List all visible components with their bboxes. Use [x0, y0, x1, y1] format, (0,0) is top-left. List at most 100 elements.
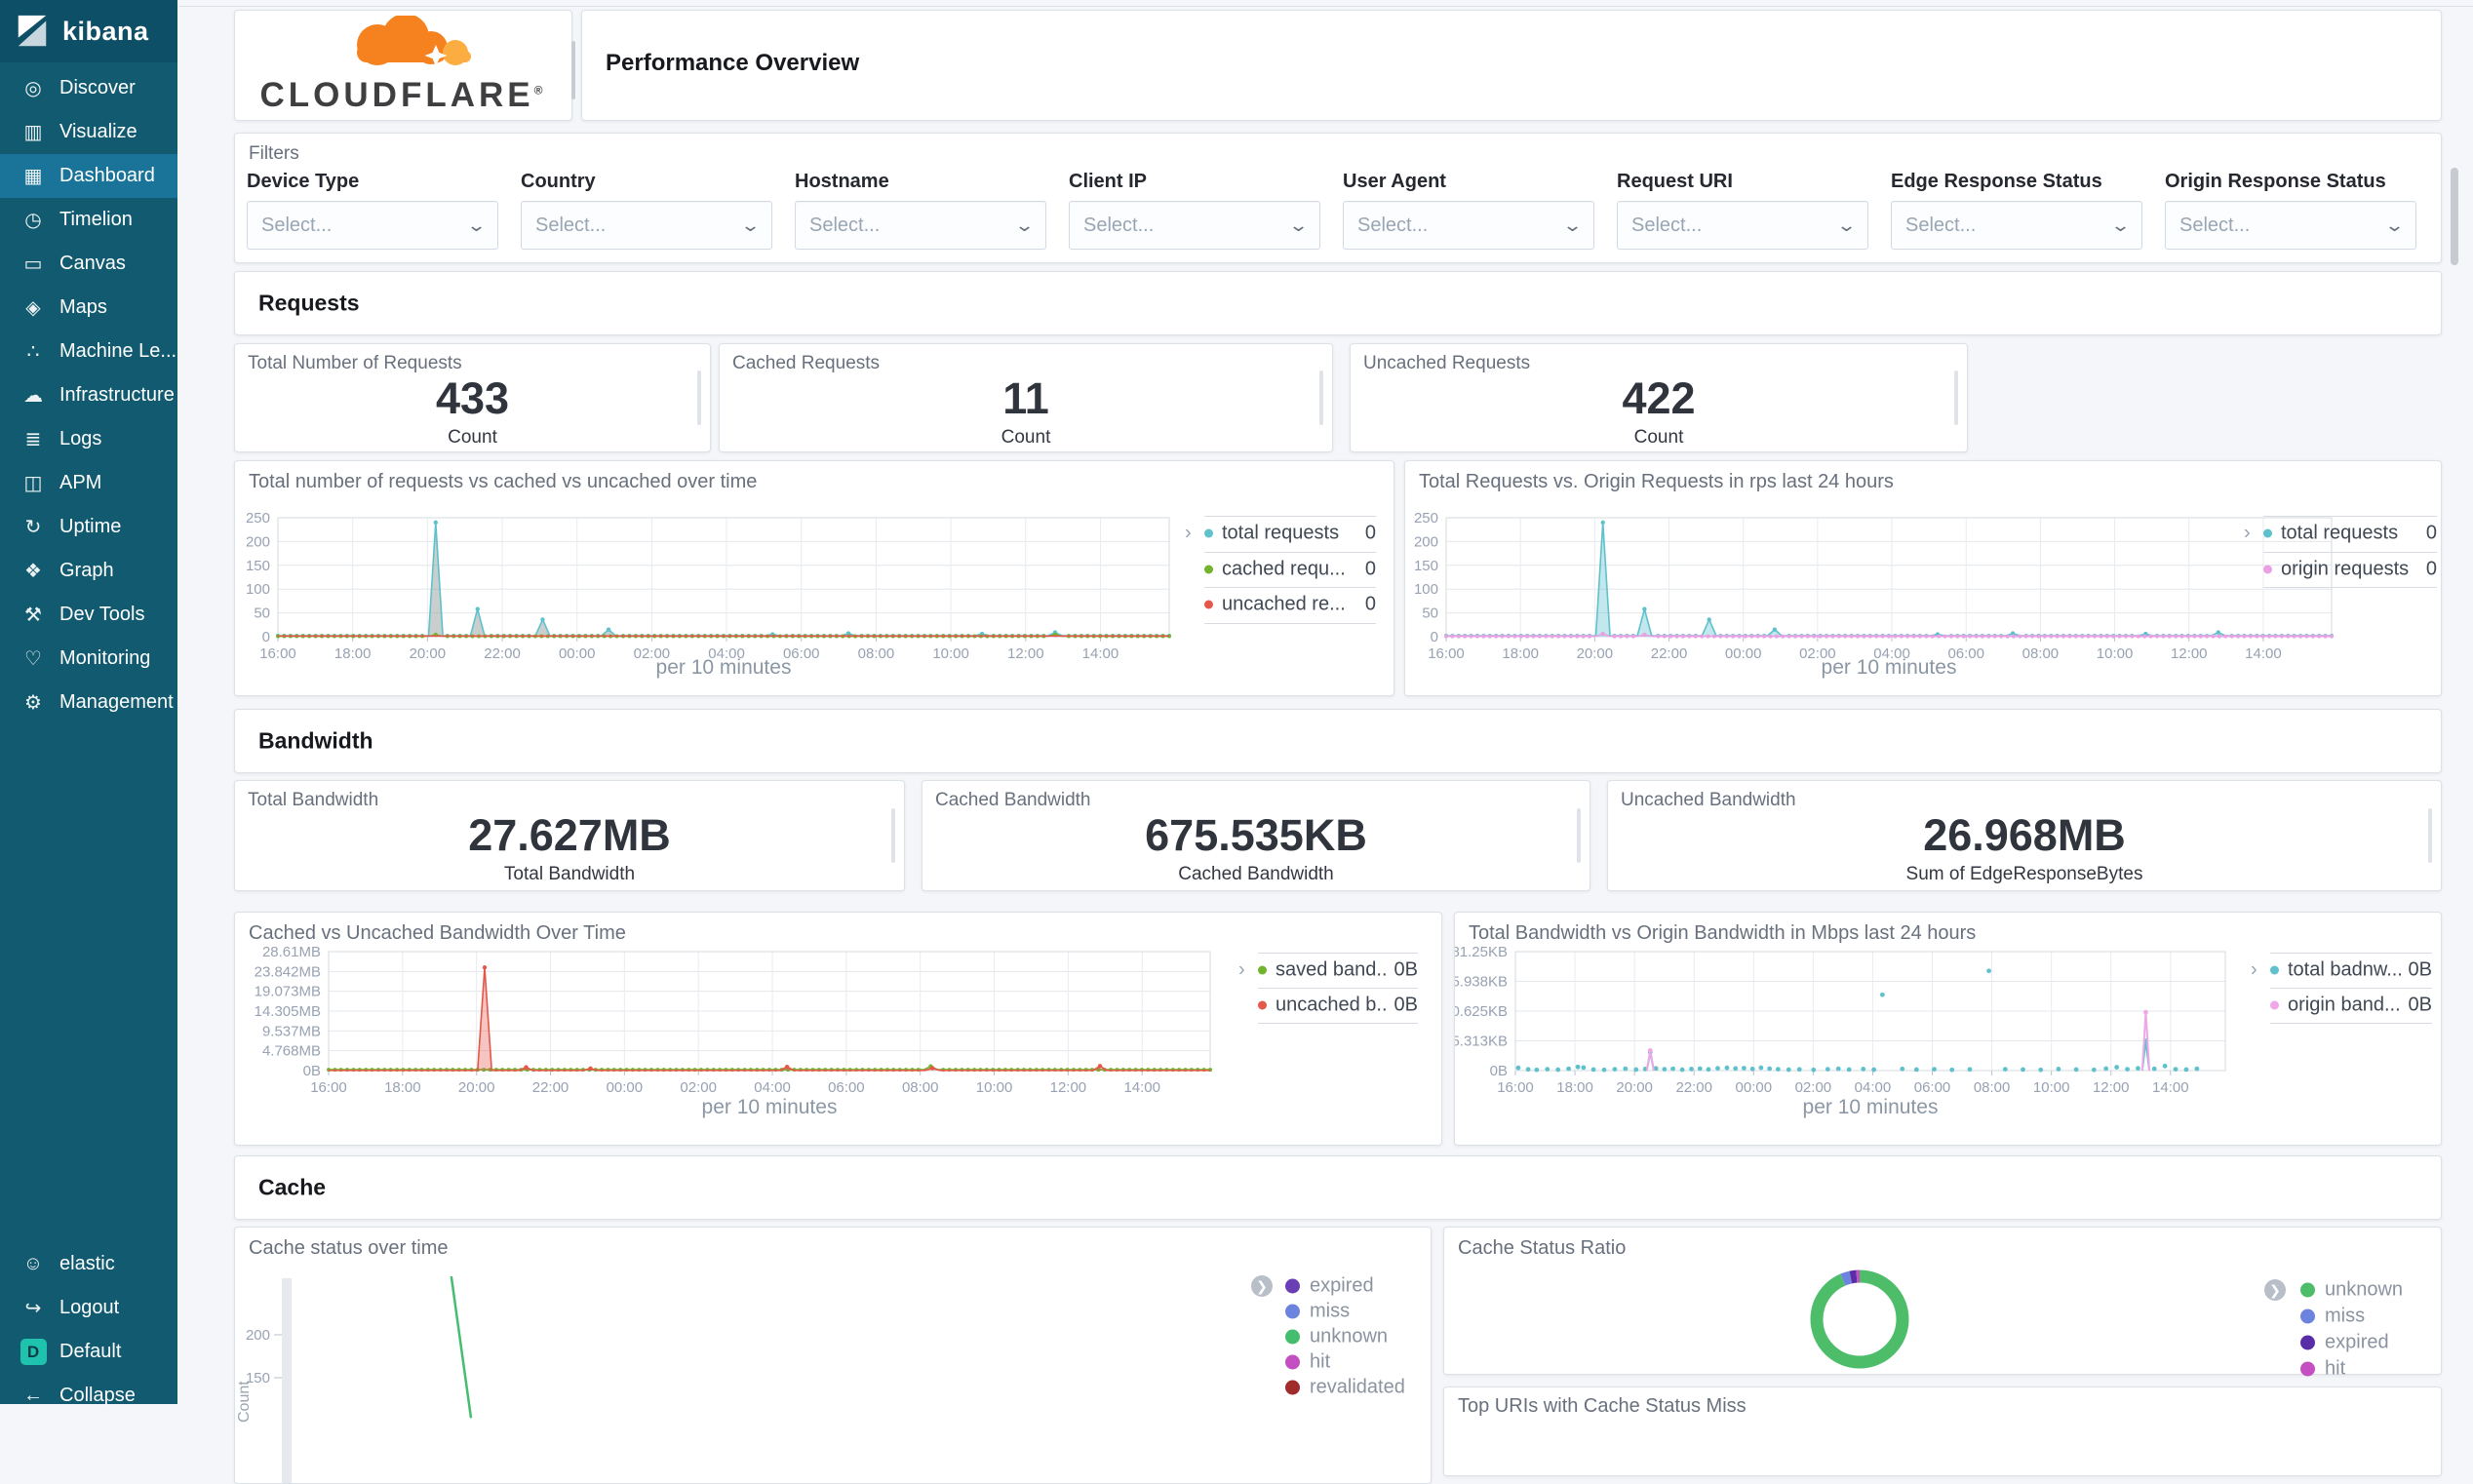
legend-collapse-icon[interactable]: › — [1238, 959, 1245, 982]
legend-dot-icon — [2300, 1361, 2315, 1377]
legend-item-unknown[interactable]: unknown — [1285, 1326, 1388, 1348]
cache-status-over-time-plot[interactable]: Count 200 150 — [235, 1228, 1431, 1483]
legend-label: total requests — [2281, 522, 2399, 544]
panel-resize-handle[interactable] — [1577, 808, 1581, 863]
legend-item-miss[interactable]: miss — [2300, 1306, 2365, 1328]
legend-collapse-icon[interactable]: › — [2251, 959, 2257, 982]
sidebar-item-maps[interactable]: ◈ Maps — [0, 286, 177, 330]
cache-status-ratio-plot[interactable] — [1444, 1228, 2441, 1374]
legend-dot-icon — [2300, 1335, 2315, 1350]
bandwidth-section-header: Bandwidth — [234, 709, 2442, 773]
vertical-scrollbar[interactable] — [2451, 168, 2458, 265]
svg-text:16:00: 16:00 — [1497, 1079, 1534, 1096]
kibana-logo[interactable]: kibana — [0, 0, 177, 62]
filter-select-edge-response-status[interactable]: Select... ⌄ — [1891, 201, 2142, 250]
sidebar-item-infrastructure[interactable]: ☁ Infrastructure — [0, 373, 177, 417]
select-placeholder: Select... — [809, 214, 881, 236]
panel-resize-handle[interactable] — [2428, 808, 2432, 863]
panel-resize-handle[interactable] — [1954, 371, 1958, 425]
machine-learning-icon: ∴ — [26, 341, 40, 363]
svg-text:10:00: 10:00 — [932, 645, 969, 662]
legend-separator — [2263, 551, 2437, 553]
sidebar-item-uptime[interactable]: ↻ Uptime — [0, 505, 177, 549]
legend-collapse-icon[interactable]: ❯ — [2264, 1279, 2286, 1301]
sidebar-item-dashboard[interactable]: ▦ Dashboard — [0, 154, 177, 198]
sidebar-item-default[interactable]: D Default — [0, 1330, 177, 1374]
svg-text:08:00: 08:00 — [902, 1079, 939, 1096]
sidebar-item-elastic[interactable]: ☺ elastic — [0, 1242, 177, 1286]
svg-text:04:00: 04:00 — [1855, 1079, 1892, 1096]
sidebar-item-management[interactable]: ⚙ Management — [0, 681, 177, 724]
select-placeholder: Select... — [535, 214, 607, 236]
sidebar-item-label: Monitoring — [59, 647, 151, 669]
svg-text:150: 150 — [246, 558, 270, 574]
legend-item-origin-band[interactable]: origin band... 0B — [2270, 995, 2432, 1017]
cache-section-header: Cache — [234, 1155, 2442, 1220]
sidebar-item-label: Infrastructure — [59, 384, 175, 406]
sidebar-item-label: Management — [59, 691, 174, 713]
chart-cache-status-ratio: Cache Status Ratio ❯ unknown miss expire… — [1443, 1227, 2442, 1380]
legend-item-origin-requests[interactable]: origin requests 0 — [2263, 558, 2437, 580]
svg-text:12:00: 12:00 — [2171, 645, 2208, 662]
sidebar-item-machine-le[interactable]: ∴ Machine Le... — [0, 330, 177, 373]
wrench-icon: ⚒ — [24, 605, 42, 626]
legend-item-revalidated[interactable]: revalidated — [1285, 1377, 1405, 1399]
filter-select-request-uri[interactable]: Select... ⌄ — [1617, 201, 1868, 250]
filter-select-user-agent[interactable]: Select... ⌄ — [1343, 201, 1594, 250]
filter-label: Edge Response Status — [1891, 171, 2102, 192]
sidebar-item-discover[interactable]: ◎ Discover — [0, 66, 177, 110]
svg-text:02:00: 02:00 — [1795, 1079, 1832, 1096]
legend-label: origin requests — [2281, 558, 2410, 580]
filter-label: Country — [521, 171, 596, 192]
filter-group-client-ip: Client IP Select... ⌄ — [1069, 171, 1320, 250]
filter-select-country[interactable]: Select... ⌄ — [521, 201, 772, 250]
svg-text:Count: Count — [236, 1381, 253, 1423]
svg-text:18:00: 18:00 — [384, 1079, 421, 1096]
sidebar-item-timelion[interactable]: ◷ Timelion — [0, 198, 177, 242]
legend-collapse-icon[interactable]: ❯ — [1251, 1275, 1273, 1297]
sidebar-item-visualize[interactable]: ▥ Visualize — [0, 110, 177, 154]
filter-select-hostname[interactable]: Select... ⌄ — [795, 201, 1046, 250]
panel-resize-handle[interactable] — [1319, 371, 1323, 425]
legend-collapse-icon[interactable]: › — [1185, 523, 1192, 545]
legend-item-miss[interactable]: miss — [1285, 1301, 1350, 1323]
filter-select-client-ip[interactable]: Select... ⌄ — [1069, 201, 1320, 250]
sidebar-item-logout[interactable]: ↪ Logout — [0, 1286, 177, 1330]
metric-sublabel: Sum of EdgeResponseBytes — [1905, 864, 2143, 884]
legend-item-hit[interactable]: hit — [1285, 1351, 1330, 1374]
legend-collapse-icon[interactable]: › — [2244, 523, 2251, 545]
legend-dot-icon — [1204, 600, 1213, 609]
sidebar-item-canvas[interactable]: ▭ Canvas — [0, 242, 177, 286]
legend-item-saved-band[interactable]: saved band... 0B — [1258, 959, 1418, 982]
legend-item-expired[interactable]: expired — [1285, 1275, 1374, 1298]
legend-item-uncached-re[interactable]: uncached re... 0 — [1204, 594, 1376, 616]
cached-vs-uncached-bandwidth-plot[interactable]: 0B 4.768MB 9.537MB 14.305MB 19.073MB 23.842MB… — [235, 913, 1441, 1145]
panel-resize-handle[interactable] — [891, 808, 895, 863]
sidebar-item-graph[interactable]: ❖ Graph — [0, 549, 177, 593]
legend-item-cached-requ[interactable]: cached requ... 0 — [1204, 558, 1376, 580]
panel-resize-handle[interactable] — [571, 41, 575, 99]
sidebar-item-dev-tools[interactable]: ⚒ Dev Tools — [0, 593, 177, 637]
sidebar-item-logs[interactable]: ≣ Logs — [0, 417, 177, 461]
legend-dot-icon — [2300, 1308, 2315, 1324]
legend-label: uncached b... — [1276, 994, 1387, 1016]
legend-item-total-requests[interactable]: total requests 0 — [1204, 523, 1376, 545]
svg-text:10:00: 10:00 — [2033, 1079, 2070, 1096]
legend-value: 0 — [2425, 558, 2437, 580]
bandwidth-vs-origin-plot[interactable]: 0B 195.313KB 390.625KB 585.938KB 781.25KB 16:… — [1455, 913, 2441, 1145]
legend-value: 0B — [1394, 958, 1418, 981]
sidebar-item-collapse[interactable]: ← Collapse — [0, 1374, 177, 1418]
legend-item-uncached-b[interactable]: uncached b... 0B — [1258, 995, 1418, 1017]
filter-select-origin-response-status[interactable]: Select... ⌄ — [2165, 201, 2416, 250]
filter-group-request-uri: Request URI Select... ⌄ — [1617, 171, 1868, 250]
legend-item-hit[interactable]: hit — [2300, 1358, 2345, 1381]
panel-resize-handle[interactable] — [697, 371, 701, 425]
legend-item-expired[interactable]: expired — [2300, 1332, 2389, 1354]
sidebar-item-monitoring[interactable]: ♡ Monitoring — [0, 637, 177, 681]
legend-item-unknown[interactable]: unknown — [2300, 1279, 2403, 1302]
legend-item-total-badnw[interactable]: total badnw... 0B — [2270, 959, 2432, 982]
filter-select-device-type[interactable]: Select... ⌄ — [247, 201, 498, 250]
legend-item-total-requests[interactable]: total requests 0 — [2263, 523, 2437, 545]
filter-group-origin-response-status: Origin Response Status Select... ⌄ — [2165, 171, 2416, 250]
sidebar-item-apm[interactable]: ◫ APM — [0, 461, 177, 505]
